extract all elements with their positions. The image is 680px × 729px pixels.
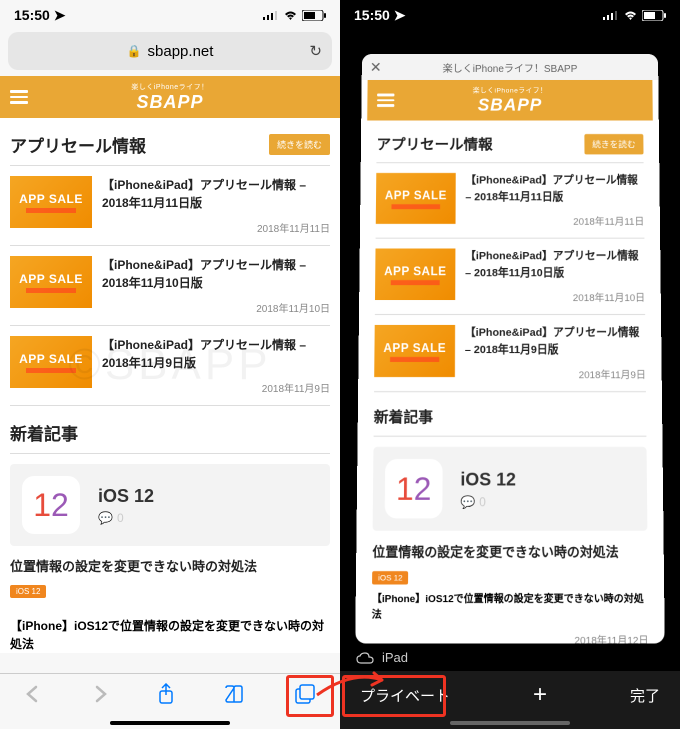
icloud-label: iPad [382, 650, 408, 665]
site-logo[interactable]: 楽しくiPhoneライフ！ SBAPP [131, 82, 208, 113]
read-more-button[interactable]: 続きを読む [269, 134, 330, 155]
battery-icon [302, 10, 326, 21]
section-header-sale: アプリセール情報 続きを読む [0, 118, 340, 165]
status-time: 15:50 ➤ [14, 7, 65, 24]
featured-article: 12 iOS 12 💬 0 位置情報の設定を変更できない時の対処法 iOS 12… [361, 437, 658, 644]
hamburger-icon[interactable] [10, 90, 28, 104]
home-indicator [450, 721, 570, 725]
site-logo: 楽しくiPhoneライフ！ SBAPP [473, 85, 548, 115]
phone-normal-view: 15:50 ➤ 🔒 sbapp.net ↻ 楽しくiPhoneライフ！ SBAP… [0, 0, 340, 729]
article-date: 2018年11月11日 [102, 220, 330, 235]
tag-badge: iOS 12 [10, 585, 46, 598]
cloud-icon [356, 652, 374, 664]
back-button[interactable] [24, 685, 42, 708]
status-icons [263, 10, 326, 21]
list-item[interactable]: APP SALE 【iPhone&iPad】アプリセール情報 – 2018年11… [0, 326, 340, 405]
wifi-icon [283, 10, 298, 21]
lock-icon: 🔒 [127, 44, 142, 58]
featured-card: 12 iOS 12 💬 0 [10, 464, 330, 546]
home-indicator [110, 721, 230, 725]
article-date: 2018年11月9日 [102, 380, 330, 395]
url-text: sbapp.net [148, 43, 214, 60]
wifi-icon [623, 10, 638, 21]
section-header-new: 新着記事 [0, 406, 340, 453]
list-item: APP SALE 【iPhone&iPad】アプリセール情報 – 2018年11… [365, 239, 655, 314]
comment-icon: 💬 0 [98, 511, 154, 525]
list-item: APP SALE 【iPhone&iPad】アプリセール情報 – 2018年11… [364, 315, 656, 391]
site-header: 楽しくiPhoneライフ！ SBAPP [0, 76, 340, 118]
article-date: 2018年11月10日 [102, 300, 330, 315]
tabs-button[interactable] [294, 683, 316, 710]
hamburger-icon [377, 94, 394, 107]
article-thumb: APP SALE [10, 336, 92, 388]
featured-subtitle: 【iPhone】iOS12で位置情報の設定を変更できない時の対処法 [0, 609, 340, 653]
status-bar: 15:50 ➤ [340, 0, 680, 30]
private-button[interactable]: プライベート [360, 685, 450, 706]
list-item: APP SALE 【iPhone&iPad】アプリセール情報 – 2018年11… [366, 163, 654, 237]
article-title: 【iPhone&iPad】アプリセール情報 – 2018年11月10日版 [102, 256, 330, 292]
icloud-tabs-row[interactable]: iPad [356, 650, 408, 665]
new-tab-button[interactable]: + [533, 681, 547, 709]
section-title: アプリセール情報 [10, 132, 146, 157]
status-icons [603, 10, 666, 21]
reload-icon[interactable]: ↻ [309, 42, 322, 60]
tab-card[interactable]: ✕ 楽しくiPhoneライフ！SBAPP 楽しくiPhoneライフ！ SBAPP… [355, 54, 665, 643]
article-title: 【iPhone&iPad】アプリセール情報 – 2018年11月11日版 [102, 176, 330, 212]
done-button[interactable]: 完了 [630, 685, 660, 706]
tab-titlebar: ✕ 楽しくiPhoneライフ！SBAPP [362, 54, 659, 80]
ios12-label: iOS 12 [98, 486, 154, 507]
close-icon[interactable]: ✕ [370, 58, 382, 75]
list-item[interactable]: APP SALE 【iPhone&iPad】アプリセール情報 – 2018年11… [0, 246, 340, 325]
featured-title: 位置情報の設定を変更できない時の対処法 [10, 546, 330, 581]
section-header-sale: アプリセール情報 続きを読む [367, 121, 654, 163]
forward-button[interactable] [91, 685, 109, 708]
url-bar[interactable]: 🔒 sbapp.net ↻ [8, 32, 332, 70]
page-content: 楽しくiPhoneライフ！ SBAPP アプリセール情報 続きを読む APP S… [0, 76, 340, 653]
section-header-new: 新着記事 [364, 392, 657, 436]
tab-title: 楽しくiPhoneライフ！SBAPP [443, 59, 578, 74]
article-title: 【iPhone&iPad】アプリセール情報 – 2018年11月9日版 [102, 336, 330, 372]
article-thumb: APP SALE [10, 256, 92, 308]
list-item[interactable]: APP SALE 【iPhone&iPad】アプリセール情報 – 2018年11… [0, 166, 340, 245]
battery-icon [642, 10, 666, 21]
article-thumb: APP SALE [10, 176, 92, 228]
phone-tab-switcher-view: 15:50 ➤ ✕ 楽しくiPhoneライフ！SBAPP 楽しくiPhoneライ… [340, 0, 680, 729]
featured-article[interactable]: 12 iOS 12 💬 0 位置情報の設定を変更できない時の対処法 iOS 12 [0, 454, 340, 609]
status-time: 15:50 ➤ [354, 7, 405, 24]
status-bar: 15:50 ➤ [0, 0, 340, 30]
signal-icon [263, 10, 279, 20]
signal-icon [603, 10, 619, 20]
site-header: 楽しくiPhoneライフ！ SBAPP [367, 80, 653, 121]
bookmarks-button[interactable] [223, 685, 245, 708]
share-button[interactable] [157, 683, 175, 710]
section-title: 新着記事 [10, 420, 78, 445]
ios12-icon: 12 [22, 476, 80, 534]
